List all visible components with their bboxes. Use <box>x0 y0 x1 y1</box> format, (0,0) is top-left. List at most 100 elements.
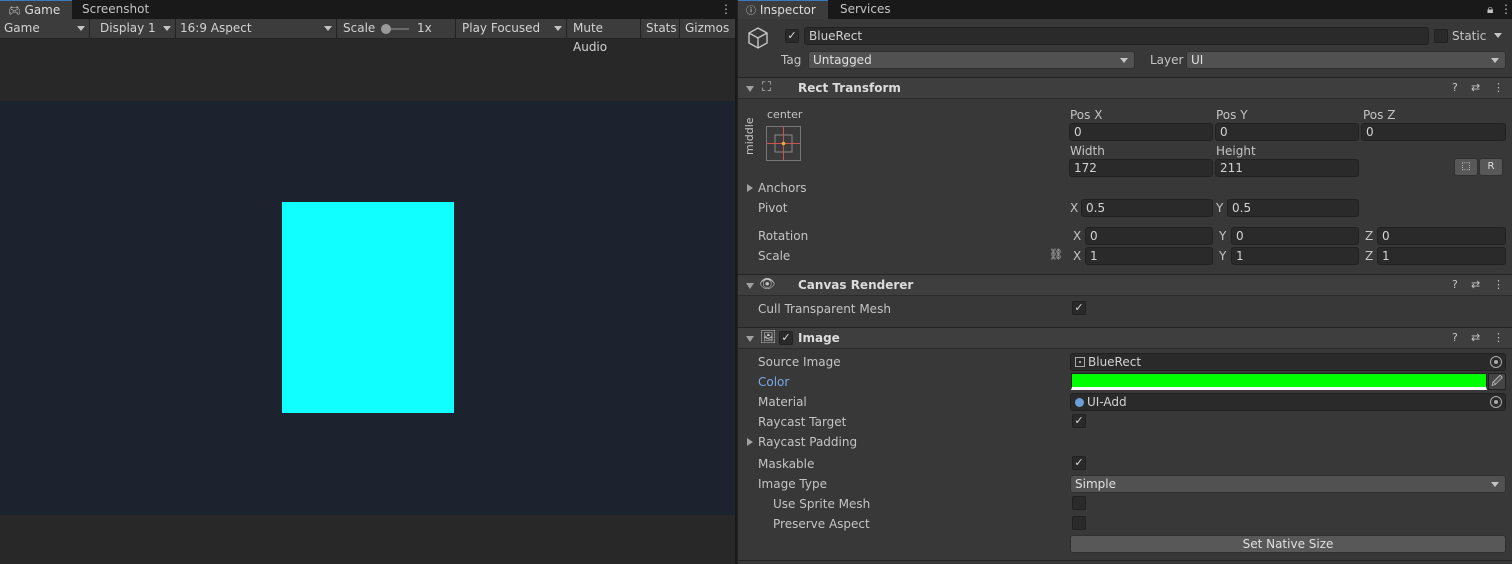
game-panel: 🎮︎ Game Screenshot ⋮ Game Display 1 16:9… <box>0 0 735 564</box>
gizmos-button[interactable]: Gizmos <box>681 19 735 39</box>
pos-x-field[interactable]: 0 <box>1069 123 1213 141</box>
active-checkbox[interactable]: ✓ <box>785 29 799 43</box>
tab-inspector[interactable]: ⓘ Inspector <box>738 0 828 19</box>
color-field[interactable] <box>1071 373 1487 390</box>
presets-icon[interactable]: ⇄ <box>1471 81 1480 94</box>
pivot-x-field[interactable]: 0.5 <box>1081 199 1213 217</box>
component-more-icon[interactable]: ⋮ <box>1493 331 1504 344</box>
height-field[interactable]: 211 <box>1215 159 1359 177</box>
layer-value: UI <box>1191 53 1204 67</box>
anchors-fold-icon[interactable] <box>747 184 753 192</box>
raycast-padding-label[interactable]: Raycast Padding <box>758 435 857 449</box>
aspect-dropdown[interactable]: 16:9 Aspect <box>176 19 337 39</box>
cull-transparent-mesh-label: Cull Transparent Mesh <box>758 302 891 316</box>
scale-slider-knob[interactable] <box>381 24 391 34</box>
play-mode-dropdown[interactable]: Play Focused <box>458 19 567 39</box>
play-mode-label: Play Focused <box>462 21 541 35</box>
rotation-x-label: X <box>1073 229 1082 243</box>
rect-transform-header[interactable]: ⛶ Rect Transform ? ⇄ ⋮ <box>738 77 1512 99</box>
scale-z-field[interactable]: 1 <box>1377 247 1506 265</box>
pos-y-field[interactable]: 0 <box>1215 123 1359 141</box>
mute-audio-button[interactable]: Mute Audio <box>569 19 641 54</box>
image-header[interactable]: 🖼︎ ✓ Image ? ⇄ ⋮ <box>738 327 1512 349</box>
presets-icon[interactable]: ⇄ <box>1471 331 1480 344</box>
tab-game-label: Game <box>24 3 61 17</box>
layer-dropdown[interactable]: UI <box>1186 51 1506 69</box>
tab-services[interactable]: Services <box>832 0 899 19</box>
use-sprite-mesh-checkbox[interactable] <box>1072 496 1086 510</box>
component-more-icon[interactable]: ⋮ <box>1493 81 1504 94</box>
fold-arrow-icon[interactable] <box>746 86 754 92</box>
scale-x-field[interactable]: 1 <box>1085 247 1213 265</box>
source-image-field[interactable]: BlueRect <box>1070 353 1506 371</box>
raycast-padding-fold-icon[interactable] <box>747 438 753 446</box>
rotation-x-field[interactable]: 0 <box>1085 227 1213 245</box>
preserve-aspect-checkbox[interactable] <box>1072 516 1086 530</box>
lock-icon[interactable]: 🔒︎ <box>1487 2 1493 17</box>
blueprint-mode-button[interactable]: ⬚ <box>1454 158 1478 176</box>
chevron-down-icon <box>1120 58 1128 63</box>
stats-button[interactable]: Stats <box>642 19 680 39</box>
anchor-crosshair-icon <box>767 127 800 160</box>
game-blue-rect <box>282 202 454 413</box>
set-native-size-button[interactable]: Set Native Size <box>1070 535 1506 553</box>
tab-screenshot-label: Screenshot <box>82 2 150 16</box>
presets-icon[interactable]: ⇄ <box>1471 278 1480 291</box>
image-type-value: Simple <box>1075 477 1116 491</box>
rotation-z-field[interactable]: 0 <box>1377 227 1506 245</box>
image-type-dropdown[interactable]: Simple <box>1070 475 1506 493</box>
game-view[interactable] <box>0 101 735 515</box>
pos-z-label: Pos Z <box>1363 108 1396 122</box>
tab-inspector-label: Inspector <box>759 3 816 17</box>
pos-z-field[interactable]: 0 <box>1361 123 1506 141</box>
object-picker-icon[interactable] <box>1490 396 1502 408</box>
image-enabled-checkbox[interactable]: ✓ <box>779 331 793 345</box>
scale-y-field[interactable]: 1 <box>1231 247 1359 265</box>
pivot-label: Pivot <box>758 201 788 215</box>
fold-arrow-icon[interactable] <box>746 336 754 342</box>
anchors-label[interactable]: Anchors <box>758 181 807 195</box>
material-label: Material <box>758 395 807 409</box>
game-mode-dropdown[interactable]: Game <box>0 19 90 39</box>
help-icon[interactable]: ? <box>1452 278 1458 291</box>
raycast-target-label: Raycast Target <box>758 415 847 429</box>
anchor-presets-button[interactable] <box>766 126 801 161</box>
object-name-field[interactable]: BlueRect <box>804 27 1429 45</box>
width-field[interactable]: 172 <box>1069 159 1213 177</box>
rotation-y-field[interactable]: 0 <box>1231 227 1359 245</box>
pos-y-label: Pos Y <box>1216 108 1248 122</box>
raw-edit-button[interactable]: R <box>1479 158 1503 176</box>
fold-arrow-icon[interactable] <box>746 283 754 289</box>
object-picker-icon[interactable] <box>1490 356 1502 368</box>
maskable-checkbox[interactable]: ✓ <box>1072 456 1086 470</box>
gizmos-label: Gizmos <box>685 21 730 35</box>
scale-x-label: X <box>1073 249 1082 263</box>
game-mode-label: Game <box>4 21 40 35</box>
game-toolbar: Game Display 1 16:9 Aspect Scale 1x Play… <box>0 19 735 54</box>
rotation-z-label: Z <box>1365 229 1374 243</box>
tab-screenshot[interactable]: Screenshot <box>74 0 157 19</box>
static-chevron-down-icon[interactable] <box>1494 33 1502 38</box>
raycast-target-checkbox[interactable]: ✓ <box>1072 414 1086 428</box>
component-more-icon[interactable]: ⋮ <box>1493 278 1504 291</box>
material-value: UI-Add <box>1087 395 1127 409</box>
eyedropper-icon[interactable]: 🖉︎ <box>1488 373 1506 390</box>
pivot-y-field[interactable]: 0.5 <box>1227 199 1359 217</box>
static-checkbox[interactable] <box>1434 29 1448 43</box>
help-icon[interactable]: ? <box>1452 331 1458 344</box>
cull-transparent-mesh-checkbox[interactable]: ✓ <box>1072 301 1086 315</box>
chevron-down-icon <box>1491 58 1499 63</box>
display-dropdown[interactable]: Display 1 <box>96 19 176 39</box>
help-icon[interactable]: ? <box>1452 81 1458 94</box>
canvas-renderer-header[interactable]: 👁︎ Canvas Renderer ? ⇄ ⋮ <box>738 274 1512 296</box>
game-more-icon[interactable]: ⋮ <box>720 2 732 16</box>
game-tabbar: 🎮︎ Game Screenshot ⋮ <box>0 0 735 19</box>
tag-value: Untagged <box>813 53 872 67</box>
inspector-more-icon[interactable]: ⋮ <box>1500 2 1512 16</box>
tag-dropdown[interactable]: Untagged <box>808 51 1135 69</box>
gamepad-icon: 🎮︎ <box>8 6 21 17</box>
tab-game[interactable]: 🎮︎ Game <box>0 0 72 19</box>
constrain-proportions-icon[interactable]: ⛓︎ <box>1049 248 1063 261</box>
blueprint-icon: ⬚ <box>1461 161 1471 172</box>
material-field[interactable]: UI-Add <box>1070 393 1506 411</box>
